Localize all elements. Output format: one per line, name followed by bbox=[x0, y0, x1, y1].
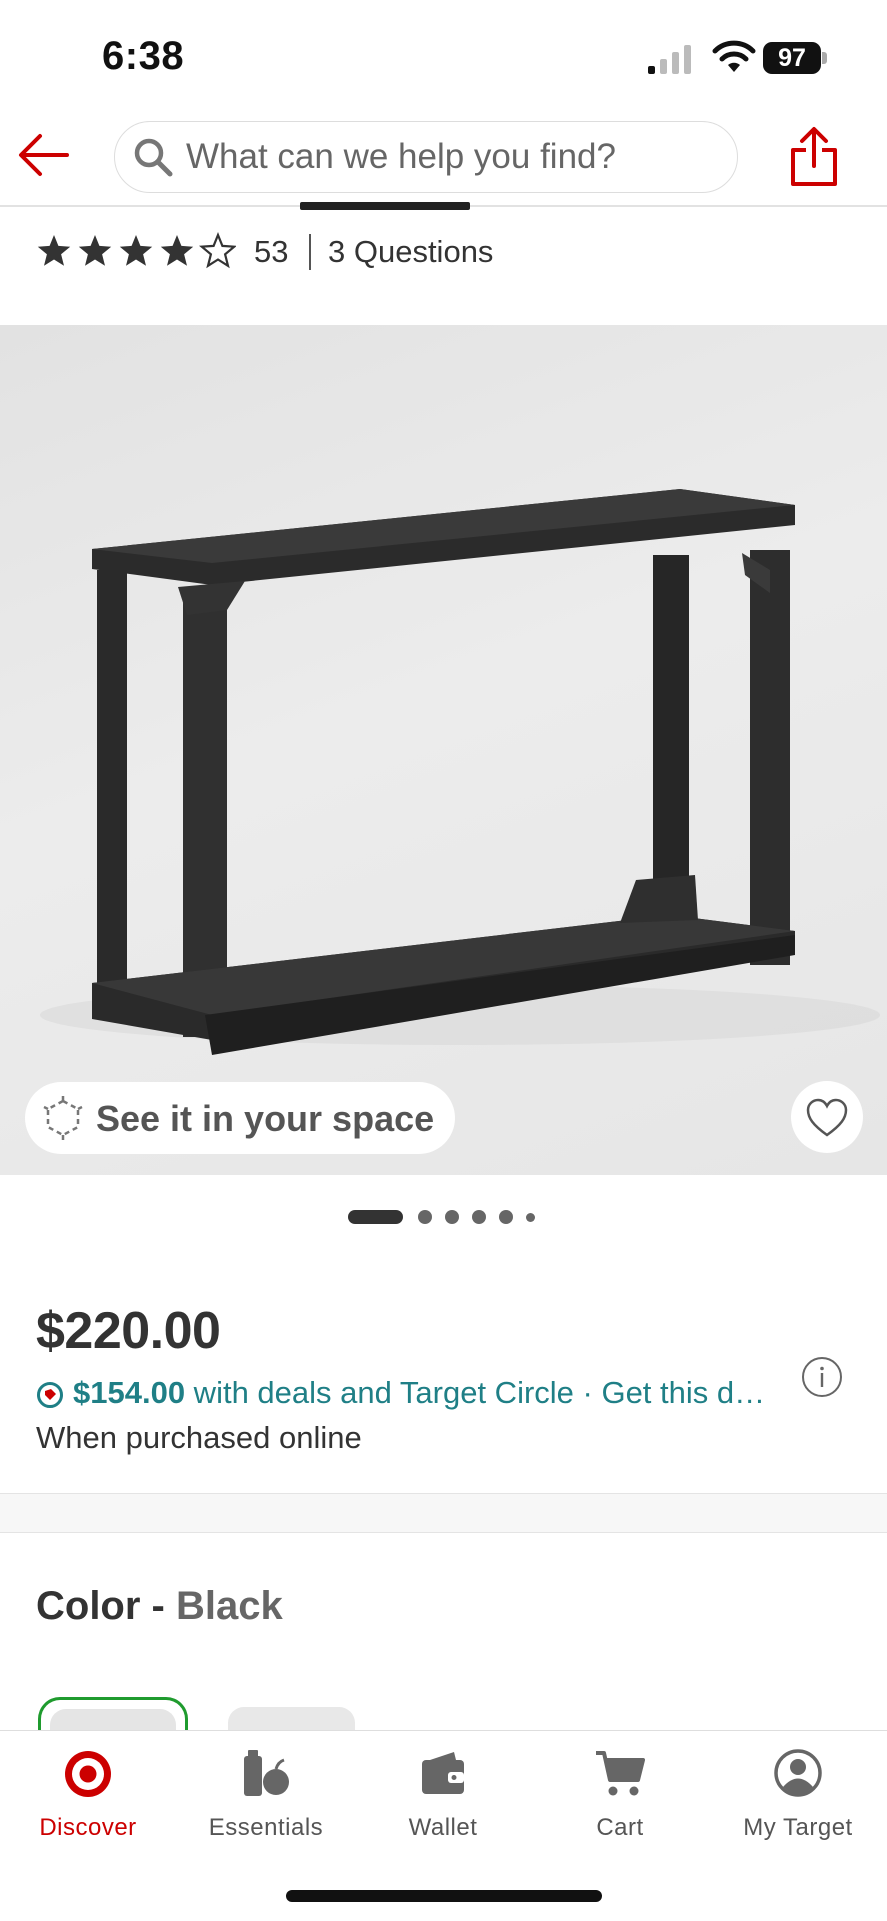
essentials-icon bbox=[244, 1750, 289, 1796]
share-icon[interactable] bbox=[787, 126, 841, 188]
heart-icon bbox=[806, 1098, 848, 1137]
tab-label: Essentials bbox=[208, 1814, 324, 1841]
star-filled-icon bbox=[37, 235, 71, 266]
battery-indicator: 97 bbox=[763, 42, 829, 76]
carousel-dot bbox=[499, 1210, 513, 1224]
back-arrow-icon[interactable] bbox=[18, 132, 70, 178]
star-filled-icon bbox=[160, 235, 194, 266]
battery-level: 97 bbox=[763, 42, 821, 74]
tab-wallet[interactable]: Wallet bbox=[358, 1748, 528, 1848]
color-label-text: Color bbox=[36, 1584, 141, 1628]
search-input[interactable] bbox=[186, 125, 726, 189]
tab-label: Discover bbox=[39, 1814, 137, 1841]
selected-color-value: Black bbox=[175, 1584, 283, 1628]
purchase-note: When purchased online bbox=[36, 1420, 362, 1455]
tab-essentials[interactable]: Essentials bbox=[181, 1748, 351, 1848]
star-empty-icon bbox=[198, 232, 236, 269]
rating-divider bbox=[309, 234, 311, 270]
wifi-icon bbox=[712, 40, 756, 72]
target-circle-icon bbox=[37, 1382, 63, 1408]
carousel-dot bbox=[445, 1210, 459, 1224]
product-title-clipped bbox=[300, 192, 500, 210]
carousel-dot bbox=[418, 1210, 432, 1224]
tab-label: Cart bbox=[596, 1814, 644, 1841]
deal-text: with deals and Target Circle · Get this … bbox=[185, 1375, 766, 1410]
console-table-image bbox=[40, 489, 880, 1055]
see-in-your-space-label: See it in your space bbox=[96, 1098, 435, 1139]
product-price: $220.00 bbox=[36, 1302, 221, 1360]
bullseye-icon bbox=[65, 1751, 111, 1797]
carousel-dot-active bbox=[348, 1210, 403, 1224]
status-time: 6:38 bbox=[102, 34, 185, 78]
home-indicator bbox=[286, 1890, 602, 1902]
ar-cube-icon bbox=[43, 1096, 83, 1140]
questions-link[interactable]: 3 Questions bbox=[328, 234, 493, 270]
star-filled-icon bbox=[119, 235, 153, 266]
info-icon[interactable] bbox=[801, 1356, 843, 1398]
wallet-icon bbox=[422, 1752, 464, 1794]
cellular-signal-icon bbox=[648, 45, 691, 74]
rating-count[interactable]: 53 bbox=[254, 234, 288, 270]
section-separator bbox=[0, 1493, 887, 1533]
product-image-carousel[interactable] bbox=[0, 325, 887, 1175]
deal-price: $154.00 bbox=[73, 1375, 186, 1410]
cart-icon bbox=[596, 1751, 645, 1796]
search-icon bbox=[134, 138, 173, 177]
carousel-page-indicator[interactable] bbox=[0, 1205, 887, 1229]
star-filled-icon bbox=[78, 235, 112, 266]
tab-label: Wallet bbox=[408, 1814, 478, 1841]
tab-label: My Target bbox=[743, 1814, 853, 1841]
tab-discover[interactable]: Discover bbox=[3, 1748, 173, 1848]
star-rating[interactable] bbox=[36, 232, 236, 272]
carousel-dot bbox=[526, 1212, 535, 1222]
account-icon bbox=[774, 1749, 822, 1797]
carousel-dot bbox=[472, 1210, 486, 1224]
color-label-separator: - bbox=[140, 1584, 176, 1628]
color-selector-label: Color - Black bbox=[36, 1584, 283, 1629]
tab-my-target[interactable]: My Target bbox=[713, 1748, 883, 1848]
tab-cart[interactable]: Cart bbox=[535, 1748, 705, 1848]
deal-link[interactable]: $154.00 with deals and Target Circle · G… bbox=[73, 1375, 765, 1411]
